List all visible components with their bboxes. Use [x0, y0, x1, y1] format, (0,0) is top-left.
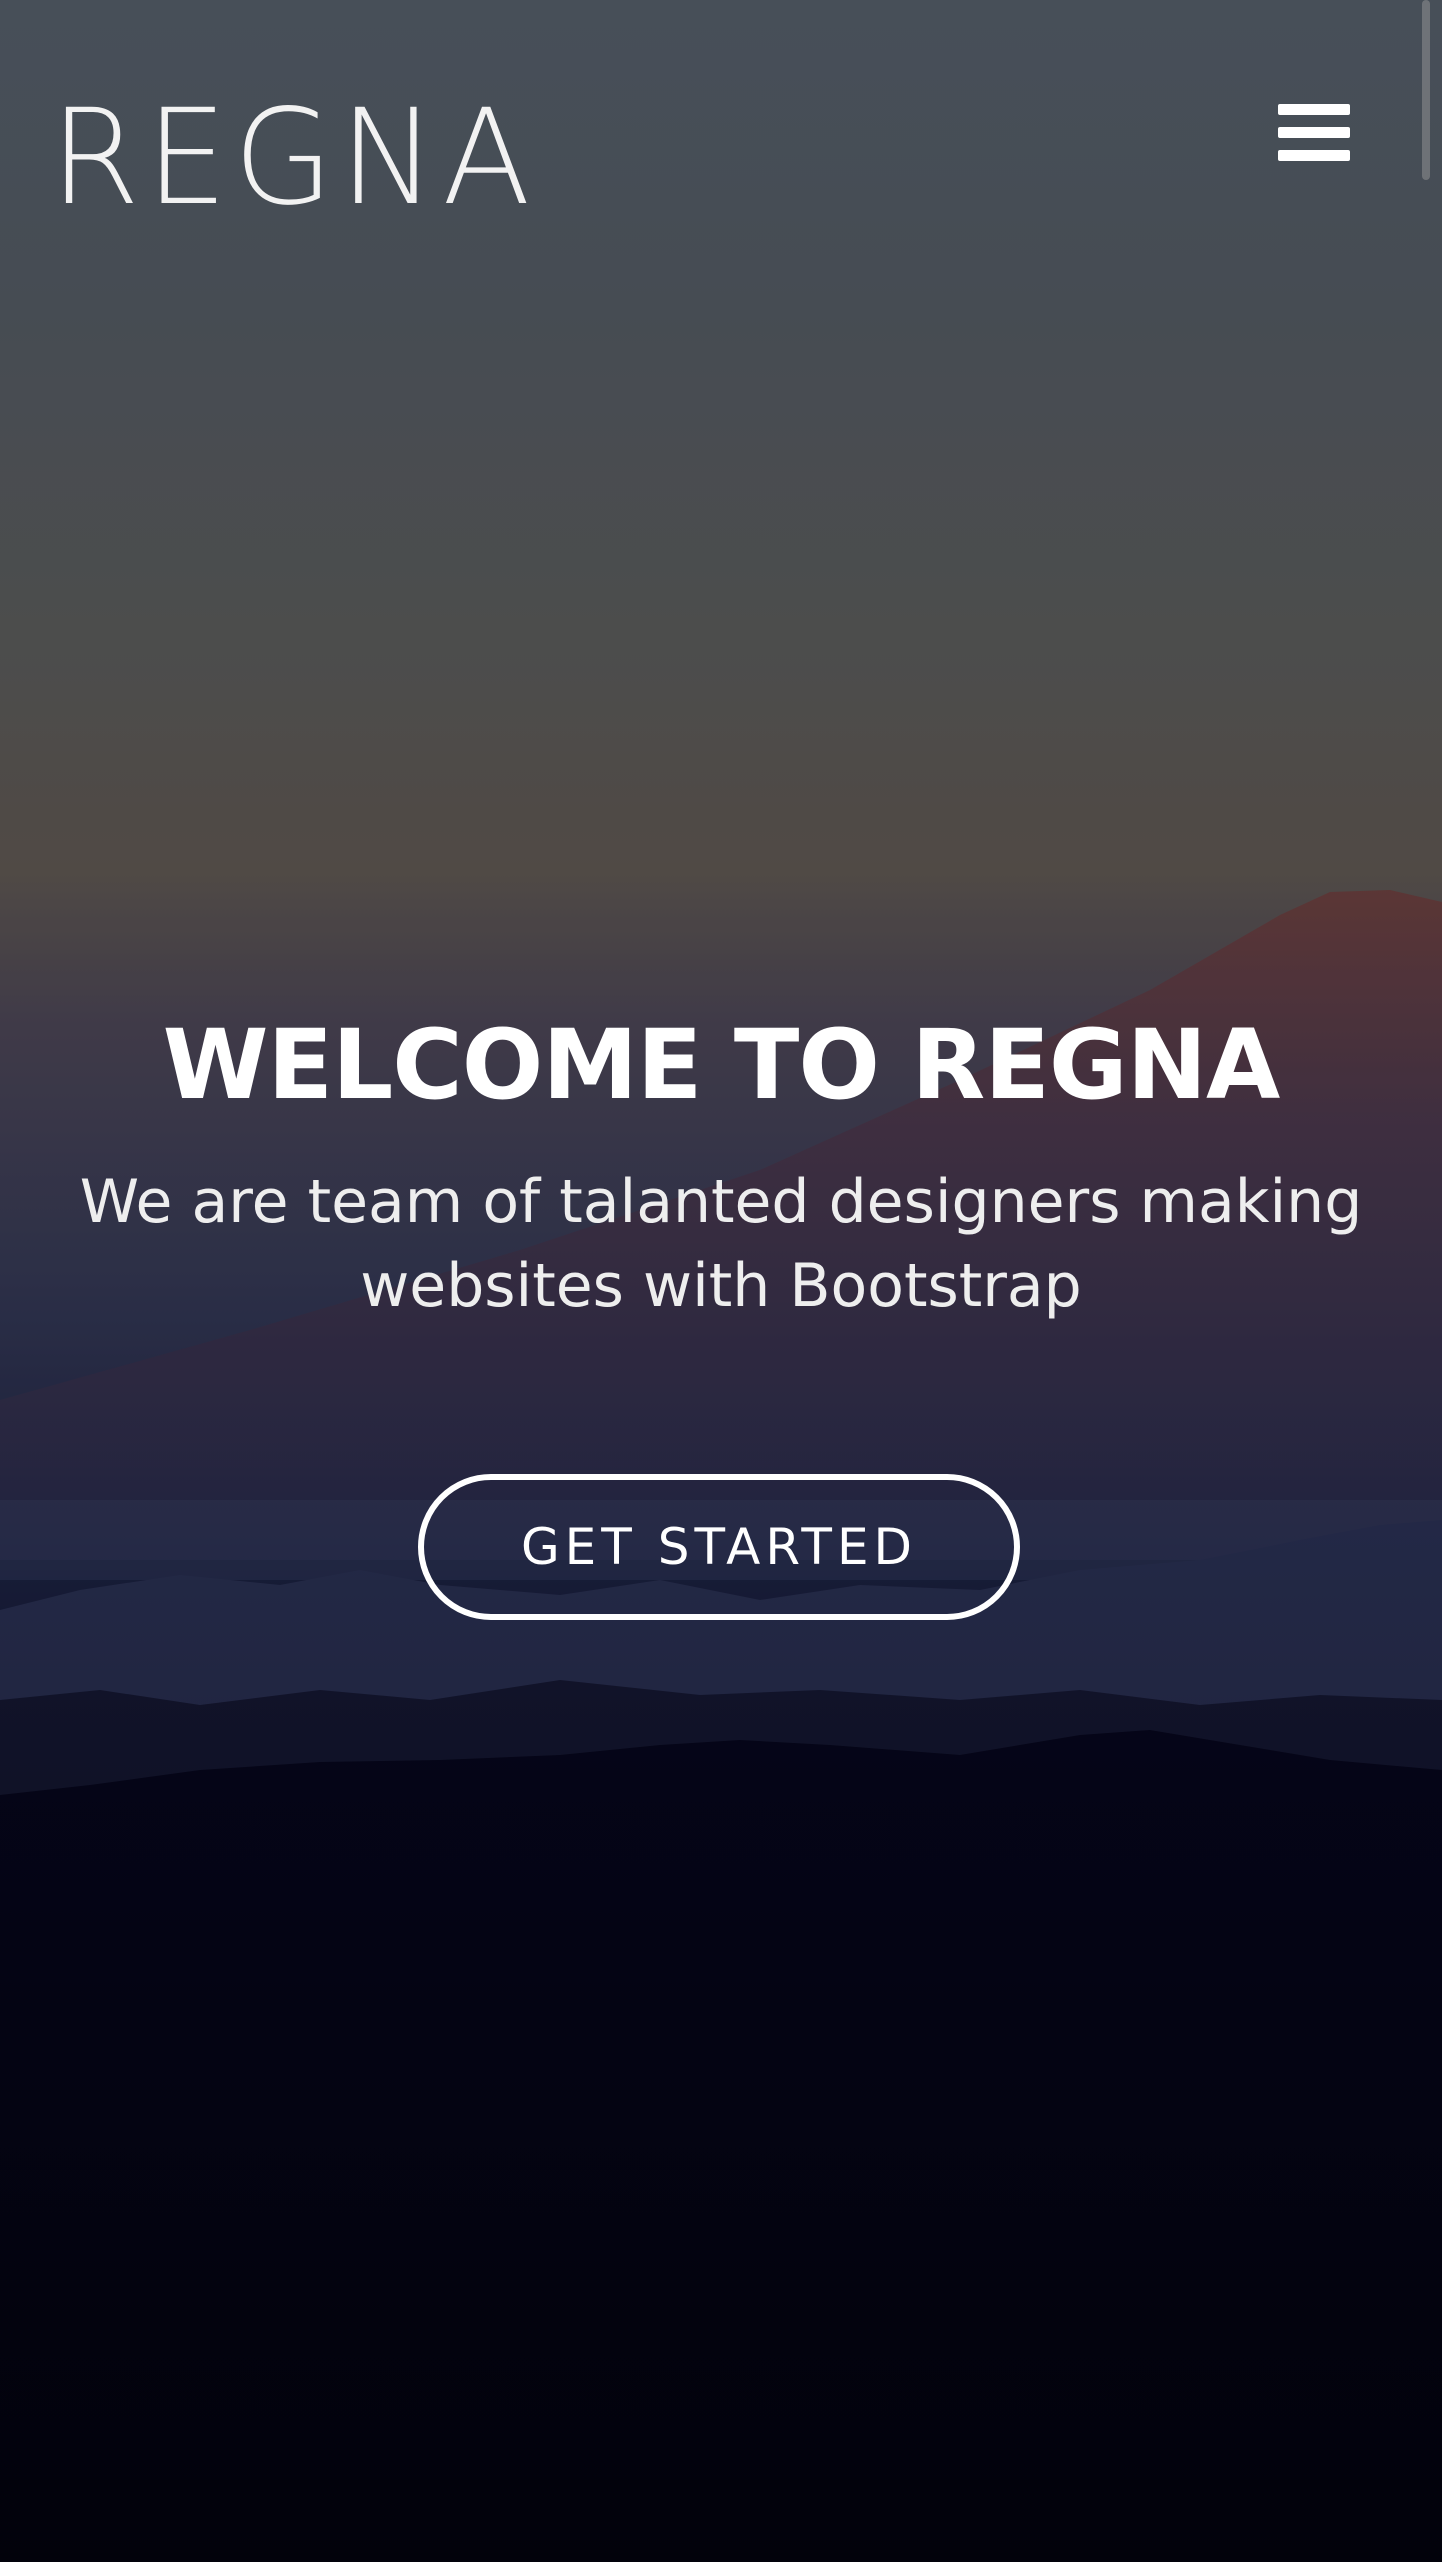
logo[interactable]: REGNA	[50, 88, 537, 228]
hero-subtitle: We are team of talanted designers making…	[79, 1167, 1363, 1321]
hero-section: REGNA WELCOME TO REGNA We are team of ta…	[0, 0, 1442, 2562]
hero-text-container: WELCOME TO REGNA We are team of talanted…	[0, 1000, 1442, 1328]
get-started-button[interactable]: GET STARTED	[418, 1474, 1020, 1620]
scrollbar[interactable]	[1422, 0, 1430, 180]
menu-bar-bottom	[1278, 150, 1350, 161]
site-header: REGNA	[0, 0, 1442, 260]
menu-bar-top	[1278, 104, 1350, 115]
menu-bar-middle	[1278, 127, 1350, 138]
hamburger-menu-icon[interactable]	[1276, 100, 1352, 166]
hero-title: WELCOME TO REGNA	[162, 1009, 1281, 1121]
